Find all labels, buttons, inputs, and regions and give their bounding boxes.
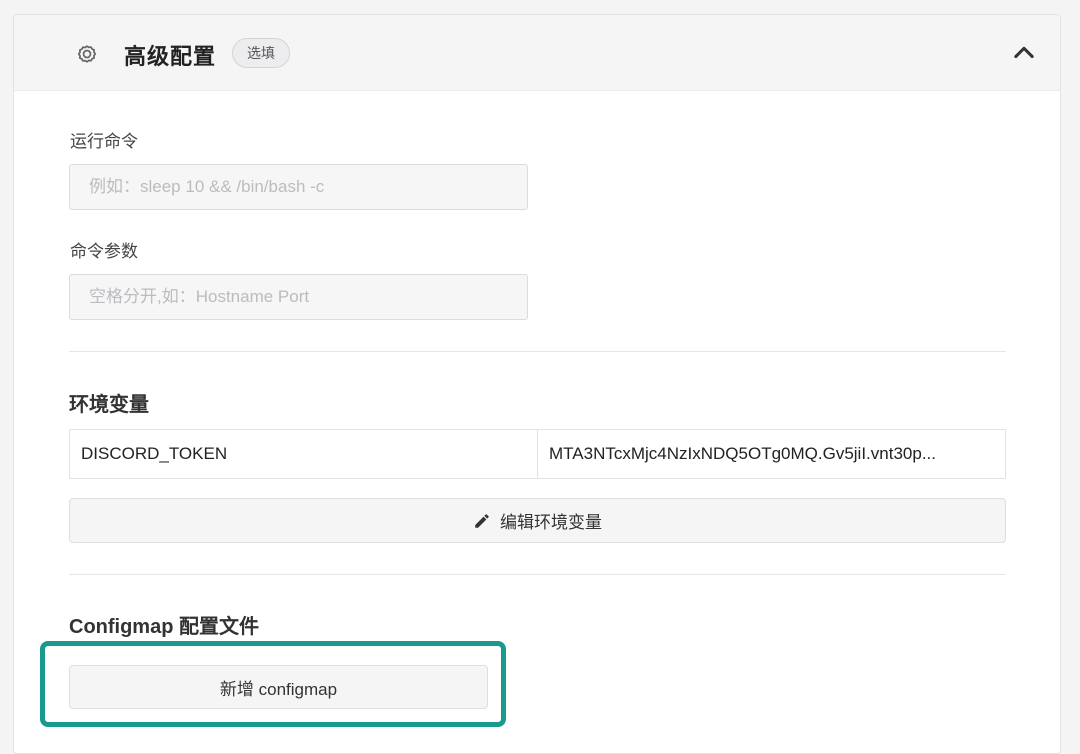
- run-command-label: 运行命令: [70, 132, 138, 151]
- env-value-cell: MTA3NTcxMjc4NzIxNDQ5OTg0MQ.Gv5jiI.vnt30p…: [538, 430, 1005, 478]
- add-configmap-label: 新增 configmap: [219, 679, 338, 699]
- edit-env-label: 编辑环境变量: [500, 513, 602, 532]
- divider: [69, 351, 1006, 352]
- env-table: DISCORD_TOKEN MTA3NTcxMjc4NzIxNDQ5OTg0MQ…: [69, 429, 1006, 479]
- divider: [69, 574, 1006, 575]
- run-command-input[interactable]: [69, 164, 528, 210]
- env-section-title: 环境变量: [69, 394, 149, 416]
- pencil-icon: [475, 513, 489, 528]
- env-value-text: MTA3NTcxMjc4NzIxNDQ5OTg0MQ.Gv5jiI.vnt30p…: [549, 444, 936, 463]
- edit-env-button[interactable]: 编辑环境变量: [69, 498, 1006, 543]
- command-args-input[interactable]: [69, 274, 528, 320]
- gear-icon: [77, 45, 97, 63]
- panel-title: 高级配置: [124, 44, 217, 69]
- env-key-cell: DISCORD_TOKEN: [70, 430, 538, 478]
- add-configmap-button[interactable]: 新增 configmap: [69, 665, 488, 709]
- advanced-config-panel: 高级配置 选填 运行命令 命令参数 环境变量 DISCORD_TOKEN MTA…: [13, 14, 1061, 754]
- panel-header[interactable]: 高级配置 选填: [14, 15, 1060, 91]
- configmap-section-title: Configmap 配置文件: [69, 616, 259, 638]
- optional-badge: 选填: [232, 38, 290, 68]
- command-args-label: 命令参数: [70, 242, 138, 261]
- chevron-up-icon[interactable]: [1010, 39, 1038, 67]
